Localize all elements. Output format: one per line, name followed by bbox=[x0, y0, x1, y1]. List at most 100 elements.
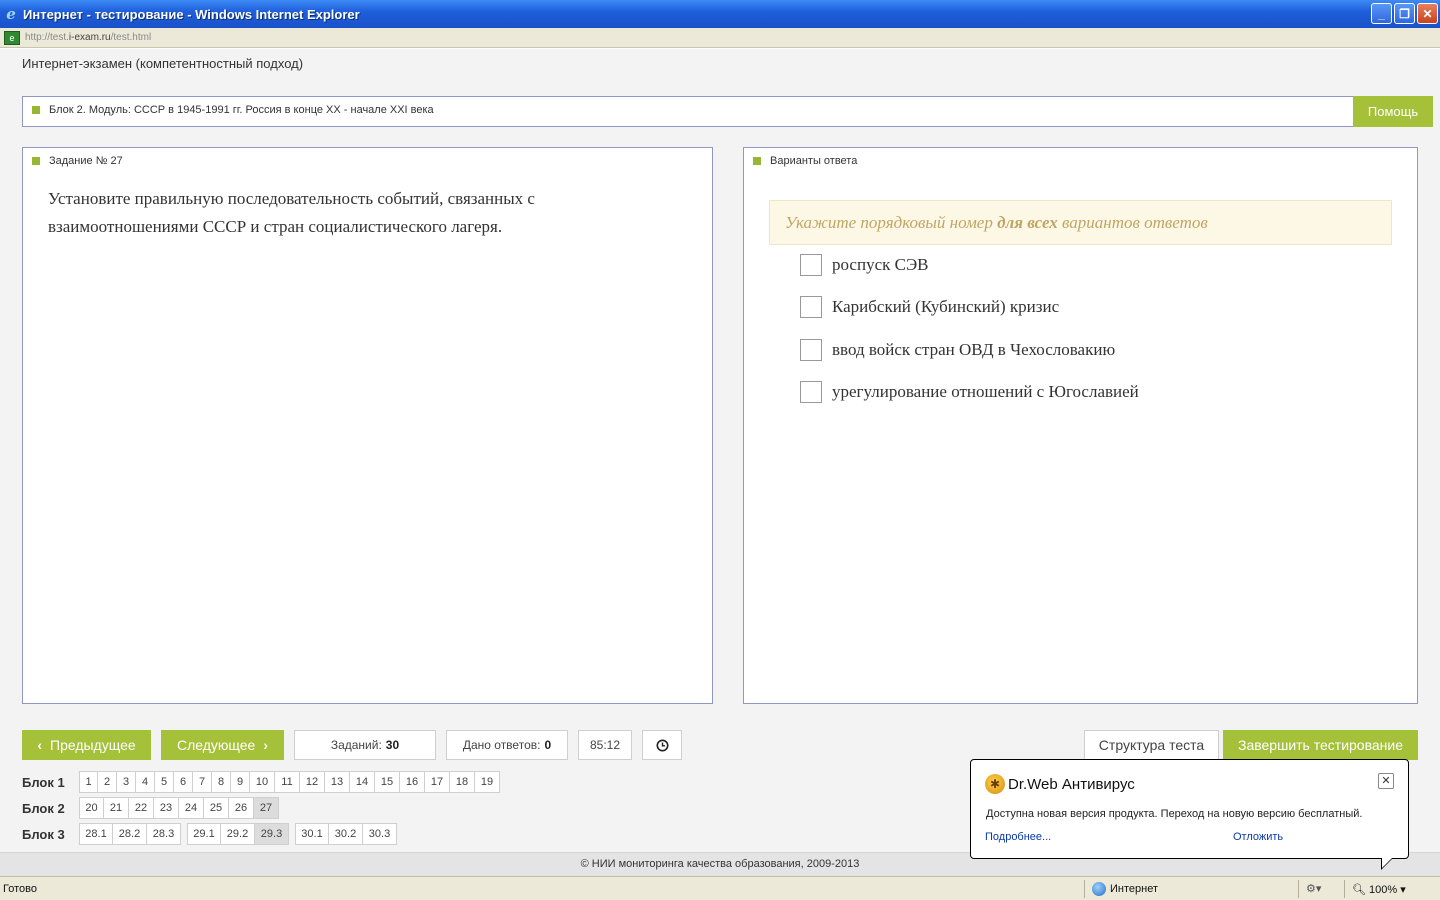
order-number-input[interactable] bbox=[800, 254, 822, 276]
question-link[interactable]: 17 bbox=[425, 771, 450, 793]
question-link[interactable]: 6 bbox=[174, 771, 193, 793]
window-titlebar: e Интернет - тестирование - Windows Inte… bbox=[0, 0, 1440, 28]
question-link[interactable]: 7 bbox=[193, 771, 212, 793]
question-link[interactable]: 18 bbox=[450, 771, 475, 793]
antivirus-notification: ✱ Dr.Web Антивирус ✕ Доступна новая верси… bbox=[970, 759, 1409, 870]
question-group: 20 21 22 23 24 25 26 27 bbox=[79, 797, 279, 819]
test-structure-button[interactable]: Структура теста bbox=[1084, 730, 1219, 760]
order-number-input[interactable] bbox=[800, 339, 822, 361]
zoom-level: 100% bbox=[1369, 884, 1398, 896]
question-link[interactable]: 12 bbox=[300, 771, 325, 793]
answer-option-label: Карибский (Кубинский) кризис bbox=[832, 297, 1060, 316]
tasks-count: Заданий: 30 bbox=[294, 730, 436, 760]
postpone-link[interactable]: Отложить bbox=[1233, 831, 1283, 843]
url-suffix: /test.html bbox=[110, 32, 152, 43]
tasks-count-value: 30 bbox=[385, 738, 400, 752]
popup-title: Dr.Web Антивирус bbox=[1008, 775, 1135, 793]
bullet-square-icon bbox=[32, 157, 40, 166]
zoom-control[interactable]: 🔍︎ 100% ▾ bbox=[1352, 883, 1406, 896]
question-link[interactable]: 20 bbox=[79, 797, 104, 819]
block-label: Блок 2. Модуль: СССР в 1945-1991 гг. Рос… bbox=[49, 104, 434, 116]
question-link[interactable]: 29.2 bbox=[221, 823, 255, 845]
answers-header: Варианты ответа bbox=[770, 155, 858, 167]
hint-text-post: вариантов ответов bbox=[1057, 213, 1208, 232]
address-url[interactable]: http://test.i-exam.ru/test.html bbox=[25, 32, 151, 43]
question-link[interactable]: 23 bbox=[154, 797, 179, 819]
answer-option[interactable]: урегулирование отношений с Югославией bbox=[800, 381, 1139, 403]
block-row: Блок 2 20 21 22 23 24 25 26 27 bbox=[22, 797, 279, 819]
task-header-wrap: Задание № 27 bbox=[32, 155, 123, 167]
question-link[interactable]: 9 bbox=[231, 771, 250, 793]
question-link[interactable]: 24 bbox=[179, 797, 204, 819]
protected-mode-icon[interactable]: ⚙▾ bbox=[1306, 882, 1321, 895]
block-row-label: Блок 2 bbox=[22, 800, 65, 816]
question-link[interactable]: 28.3 bbox=[147, 823, 181, 845]
hint-text-pre: Укажите порядковый номер bbox=[785, 213, 998, 232]
question-link[interactable]: 30.3 bbox=[363, 823, 397, 845]
question-link[interactable]: 27 bbox=[254, 797, 279, 819]
next-button[interactable]: Следующее › bbox=[161, 730, 284, 760]
question-link[interactable]: 16 bbox=[400, 771, 425, 793]
question-link[interactable]: 4 bbox=[136, 771, 155, 793]
question-group: 29.1 29.2 29.3 bbox=[187, 823, 289, 845]
close-popup-icon[interactable]: ✕ bbox=[1378, 773, 1394, 789]
question-link[interactable]: 2 bbox=[98, 771, 117, 793]
answered-count-value: 0 bbox=[544, 738, 552, 752]
block-row: Блок 3 28.1 28.2 28.3 29.1 29.2 29.3 30.1 30.2 30… bbox=[22, 823, 397, 845]
ie-logo-icon: e bbox=[6, 5, 16, 23]
question-link[interactable]: 3 bbox=[117, 771, 136, 793]
question-link[interactable]: 22 bbox=[129, 797, 154, 819]
zone-label: Интернет bbox=[1110, 883, 1158, 895]
answer-option[interactable]: ввод войск стран ОВД в Чехословакию bbox=[800, 339, 1115, 361]
previous-label: Предыдущее bbox=[50, 737, 136, 753]
chevron-right-icon: › bbox=[263, 737, 269, 753]
more-info-link[interactable]: Подробнее... bbox=[985, 831, 1051, 843]
question-link[interactable]: 28.2 bbox=[113, 823, 147, 845]
answered-count-label: Дано ответов: bbox=[462, 738, 541, 752]
help-button[interactable]: Помощь bbox=[1353, 96, 1433, 127]
question-link[interactable]: 25 bbox=[204, 797, 229, 819]
question-link[interactable]: 30.2 bbox=[329, 823, 363, 845]
order-number-input[interactable] bbox=[800, 381, 822, 403]
timer-toggle-button[interactable] bbox=[642, 730, 682, 760]
question-link[interactable]: 13 bbox=[325, 771, 350, 793]
answers-panel: Варианты ответа Укажите порядковый номер… bbox=[743, 147, 1418, 704]
security-zone[interactable]: Интернет bbox=[1092, 882, 1158, 896]
answer-option-label: ввод войск стран ОВД в Чехословакию bbox=[832, 340, 1116, 359]
question-link[interactable]: 1 bbox=[79, 771, 98, 793]
question-link[interactable]: 26 bbox=[229, 797, 254, 819]
question-link[interactable]: 5 bbox=[155, 771, 174, 793]
question-link[interactable]: 15 bbox=[375, 771, 400, 793]
block-label-wrap: Блок 2. Модуль: СССР в 1945-1991 гг. Рос… bbox=[32, 104, 434, 116]
exam-title: Интернет-экзамен (компетентностный подхо… bbox=[22, 56, 304, 71]
close-window-button[interactable]: ✕ bbox=[1417, 3, 1438, 24]
question-link[interactable]: 14 bbox=[350, 771, 375, 793]
minimize-button[interactable]: _ bbox=[1371, 3, 1392, 24]
address-bar[interactable]: e http://test.i-exam.ru/test.html bbox=[0, 28, 1440, 48]
restore-button[interactable]: ❐ bbox=[1394, 3, 1415, 24]
block-row-label: Блок 1 bbox=[22, 774, 65, 790]
question-link[interactable]: 8 bbox=[212, 771, 231, 793]
window-controls: _ ❐ ✕ bbox=[1371, 3, 1438, 24]
answer-option[interactable]: роспуск СЭВ bbox=[800, 254, 929, 276]
question-link[interactable]: 19 bbox=[475, 771, 500, 793]
question-link[interactable]: 11 bbox=[275, 771, 300, 793]
finish-test-button[interactable]: Завершить тестирование bbox=[1223, 730, 1418, 760]
question-link[interactable]: 10 bbox=[250, 771, 275, 793]
question-link[interactable]: 21 bbox=[104, 797, 129, 819]
answered-count: Дано ответов: 0 bbox=[446, 730, 568, 760]
question-link[interactable]: 29.3 bbox=[255, 823, 289, 845]
status-divider bbox=[1084, 880, 1085, 898]
task-panel: Задание № 27 Установите правильную после… bbox=[22, 147, 713, 704]
question-link[interactable]: 29.1 bbox=[187, 823, 221, 845]
answers-header-wrap: Варианты ответа bbox=[753, 155, 857, 167]
drweb-logo-icon: ✱ bbox=[985, 774, 1005, 794]
globe-icon bbox=[1092, 882, 1106, 896]
answer-option[interactable]: Карибский (Кубинский) кризис bbox=[800, 296, 1059, 318]
status-divider bbox=[1298, 880, 1299, 898]
question-link[interactable]: 30.1 bbox=[295, 823, 329, 845]
order-number-input[interactable] bbox=[800, 296, 822, 318]
previous-button[interactable]: ‹ Предыдущее bbox=[22, 730, 151, 760]
question-link[interactable]: 28.1 bbox=[79, 823, 113, 845]
popup-tail-fill bbox=[1382, 858, 1392, 868]
